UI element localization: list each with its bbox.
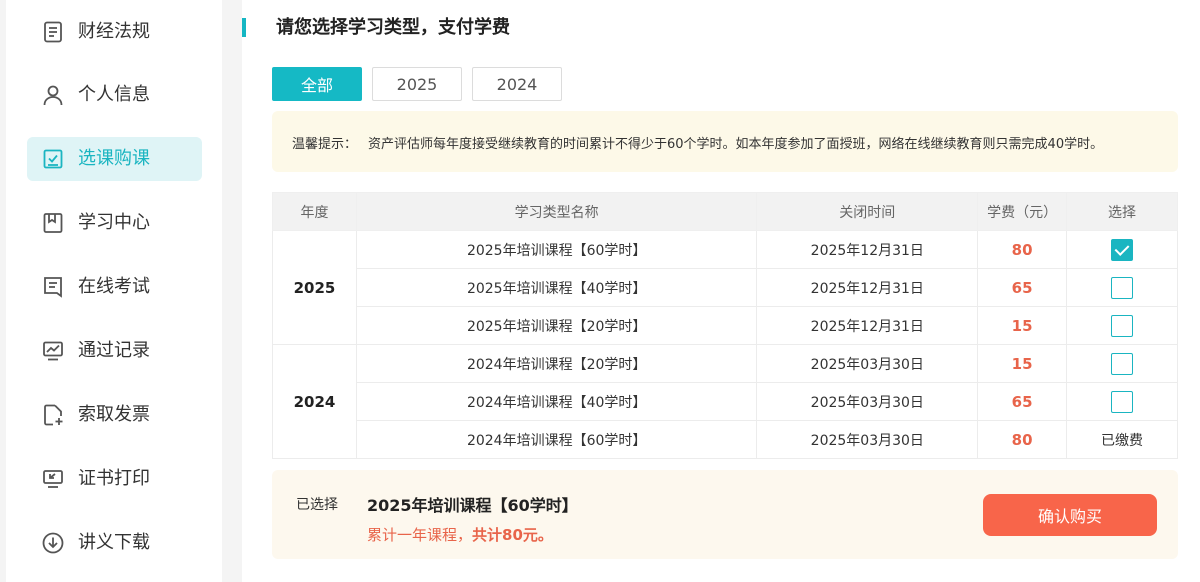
selected-course: 2025年培训课程【60学时】: [367, 496, 578, 515]
document-icon: [41, 20, 65, 44]
sidebar-item-label: 证书打印: [78, 468, 150, 489]
close-time: 2025年12月31日: [756, 230, 979, 269]
course-name: 2025年培训课程【60学时】: [355, 230, 758, 269]
column-header-close-time: 关闭时间: [756, 192, 979, 231]
sidebar-item-profile[interactable]: 个人信息: [27, 73, 202, 117]
sidebar-item-course-purchase[interactable]: 选课购课: [27, 137, 202, 181]
course-table: 年度 学习类型名称 关闭时间 学费（元） 选择 2025 2025年培训课程【6…: [272, 192, 1178, 459]
course-name: 2025年培训课程【20学时】: [355, 306, 758, 345]
fee: 15: [977, 306, 1068, 345]
checkbox-icon: [41, 147, 65, 171]
sidebar-item-regulations[interactable]: 财经法规: [27, 10, 202, 54]
sidebar-item-certificate-print[interactable]: 证书打印: [27, 457, 202, 501]
sidebar-item-label: 讲义下载: [78, 532, 150, 553]
sidebar-item-online-exam[interactable]: 在线考试: [27, 265, 202, 309]
download-icon: [41, 531, 65, 555]
sidebar-item-pass-records[interactable]: 通过记录: [27, 329, 202, 373]
year-cell: 2025: [272, 230, 357, 345]
column-header-name: 学习类型名称: [355, 192, 758, 231]
column-header-fee: 学费（元）: [977, 192, 1068, 231]
page-title: 请您选择学习类型，支付学费: [276, 17, 510, 38]
print-icon: [41, 467, 65, 491]
year-cell: 2024: [272, 344, 357, 459]
sidebar-item-learning-center[interactable]: 学习中心: [27, 201, 202, 245]
select-cell: [1066, 344, 1178, 383]
sidebar-item-label: 在线考试: [78, 276, 150, 297]
table-row: 2025年培训课程【20学时】 2025年12月31日 15: [273, 306, 1178, 345]
course-name: 2024年培训课程【60学时】: [355, 420, 758, 459]
tab-2025[interactable]: 2025: [372, 67, 462, 101]
sidebar-item-label: 选课购课: [78, 148, 150, 169]
table-header-row: 年度 学习类型名称 关闭时间 学费（元） 选择: [272, 192, 1178, 231]
select-cell: [1066, 268, 1178, 307]
fee: 65: [977, 268, 1068, 307]
close-time: 2025年12月31日: [756, 268, 979, 307]
total-prefix: 累计一年课程，: [367, 526, 473, 544]
sidebar-item-label: 索取发票: [78, 404, 150, 425]
confirm-purchase-button[interactable]: 确认购买: [983, 494, 1157, 536]
sidebar-item-handout-download[interactable]: 讲义下载: [27, 521, 202, 565]
fee: 80: [977, 420, 1068, 459]
select-checkbox[interactable]: [1111, 390, 1134, 413]
select-cell: [1066, 306, 1178, 345]
close-time: 2025年03月30日: [756, 344, 979, 383]
select-checkbox[interactable]: [1111, 276, 1134, 299]
selected-label: 已选择: [296, 497, 338, 513]
table-row: 2024 2024年培训课程【20学时】 2025年03月30日 15: [272, 344, 1178, 459]
selected-total: 累计一年课程，共计80元。: [367, 524, 553, 545]
close-time: 2025年03月30日: [756, 420, 979, 459]
sidebar: 财经法规 个人信息 选课购课 学习中心 在线考试 通过记录 索取发票 证书打印 …: [6, 0, 222, 582]
fee: 15: [977, 344, 1068, 383]
main-panel: 请您选择学习类型，支付学费 全部 2025 2024 温馨提示： 资产评估师每年…: [242, 0, 1200, 582]
sidebar-item-label: 通过记录: [78, 340, 150, 361]
table-row: 2024年培训课程【60学时】 2025年03月30日 80 已缴费: [273, 420, 1178, 459]
tab-2024[interactable]: 2024: [472, 67, 562, 101]
table-row: 2024年培训课程【40学时】 2025年03月30日 65: [273, 382, 1178, 421]
column-header-year: 年度: [272, 192, 357, 231]
paid-label: 已缴费: [1101, 432, 1144, 449]
close-time: 2025年12月31日: [756, 306, 979, 345]
select-cell: [1066, 230, 1178, 269]
sidebar-item-label: 学习中心: [78, 212, 150, 233]
selection-summary: 已选择 2025年培训课程【60学时】 累计一年课程，共计80元。 确认购买: [272, 470, 1178, 559]
table-row: 2025 2025年培训课程【60学时】 2025年12月31日 80: [272, 230, 1178, 345]
select-checkbox[interactable]: [1111, 314, 1134, 337]
sidebar-item-invoice[interactable]: 索取发票: [27, 393, 202, 437]
user-icon: [41, 83, 65, 107]
select-cell: [1066, 382, 1178, 421]
fee: 80: [977, 230, 1068, 269]
chart-monitor-icon: [41, 339, 65, 363]
title-accent-bar: [242, 18, 246, 37]
sidebar-item-label: 个人信息: [78, 84, 150, 105]
bookmark-icon: [41, 211, 65, 235]
notice-box: 温馨提示： 资产评估师每年度接受继续教育的时间累计不得少于60个学时。如本年度参…: [272, 111, 1178, 172]
file-add-icon: [41, 403, 65, 427]
sidebar-item-label: 财经法规: [78, 21, 150, 42]
column-header-select: 选择: [1066, 192, 1178, 231]
select-checkbox[interactable]: [1111, 238, 1134, 261]
table-row: 2025年培训课程【40学时】 2025年12月31日 65: [273, 268, 1178, 307]
notice-label: 温馨提示：: [292, 137, 358, 152]
notice-text: 资产评估师每年度接受继续教育的时间累计不得少于60个学时。如本年度参加了面授班，…: [368, 137, 1104, 152]
exam-icon: [41, 275, 65, 299]
select-checkbox[interactable]: [1111, 352, 1134, 375]
course-name: 2025年培训课程【40学时】: [355, 268, 758, 307]
course-name: 2024年培训课程【40学时】: [355, 382, 758, 421]
fee: 65: [977, 382, 1068, 421]
tab-all[interactable]: 全部: [272, 67, 362, 101]
close-time: 2025年03月30日: [756, 382, 979, 421]
total-amount: 共计80元。: [472, 526, 553, 544]
select-cell: 已缴费: [1066, 420, 1178, 459]
course-name: 2024年培训课程【20学时】: [355, 344, 758, 383]
